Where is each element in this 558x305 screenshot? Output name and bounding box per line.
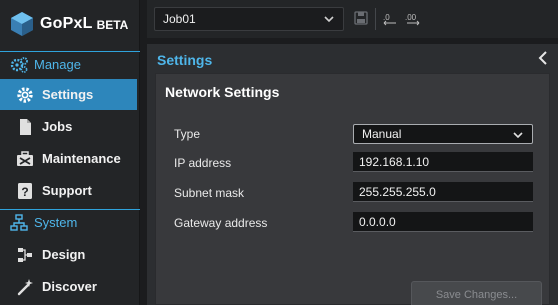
ip-address-field[interactable]: 192.168.1.10 (353, 152, 533, 172)
section-system: System (0, 209, 140, 235)
toolbox-icon (17, 150, 33, 166)
gear-icon (17, 86, 33, 103)
gears-icon (10, 56, 28, 73)
sidebar-item-label: Maintenance (42, 151, 121, 166)
document-icon (20, 118, 31, 135)
job-select-value: Job01 (163, 12, 196, 26)
sidebar-item-label: Settings (42, 87, 94, 102)
sidebar-item-settings[interactable]: Settings (0, 79, 137, 110)
question-icon: ? (18, 182, 32, 199)
chevron-down-icon (513, 132, 523, 139)
gateway-address-field[interactable]: 0.0.0.0 (353, 212, 533, 232)
section-manage-label: Manage (34, 57, 81, 72)
ip-address-label: IP address (174, 156, 232, 170)
network-icon (10, 213, 28, 231)
svg-text:?: ? (21, 185, 28, 199)
settings-panel: Settings Network Settings Type Manual IP… (147, 44, 558, 305)
type-label: Type (174, 127, 201, 141)
sidebar: GoPxL BETA Manage Settings Jobs Maintena… (0, 0, 140, 305)
svg-text:.00: .00 (405, 13, 417, 22)
brand: GoPxL BETA (0, 0, 140, 48)
chevron-down-icon (324, 16, 334, 23)
sidebar-item-jobs[interactable]: Jobs (0, 111, 137, 142)
toolbar-divider (375, 8, 376, 30)
svg-text:.0: .0 (383, 13, 390, 22)
gopxl-logo-icon (11, 12, 33, 36)
subnet-mask-label: Subnet mask (174, 186, 245, 200)
section-system-label: System (34, 215, 78, 230)
decrease-decimal-icon[interactable]: .0 (382, 10, 398, 26)
save-changes-button[interactable]: Save Changes... (411, 281, 542, 305)
sidebar-item-maintenance[interactable]: Maintenance (0, 143, 137, 174)
network-settings-title: Network Settings (165, 84, 280, 100)
sidebar-item-label: Design (42, 247, 86, 262)
sidebar-item-support[interactable]: ? Support (0, 175, 137, 206)
save-disk-icon[interactable] (353, 10, 369, 26)
type-select-value: Manual (362, 127, 402, 141)
flow-icon (18, 247, 32, 262)
sidebar-item-design[interactable]: Design (0, 239, 137, 270)
increase-decimal-icon[interactable]: .00 (405, 10, 421, 26)
subnet-mask-field[interactable]: 255.255.255.0 (353, 182, 533, 202)
sidebar-item-discover[interactable]: Discover (0, 271, 137, 302)
network-settings-card: Network Settings Type Manual IP address … (155, 73, 550, 305)
job-select[interactable]: Job01 (154, 7, 344, 31)
sidebar-item-label: Support (42, 183, 92, 198)
collapse-chevron-left-icon[interactable] (536, 50, 552, 66)
page-title: Settings (157, 52, 213, 68)
gateway-address-label: Gateway address (174, 216, 268, 230)
wand-icon (17, 278, 33, 295)
toolbar: Job01 .0 .00 (147, 0, 558, 38)
brand-name: GoPxL (40, 15, 93, 32)
brand-badge: BETA (96, 18, 129, 32)
section-manage: Manage (0, 51, 140, 77)
sidebar-item-label: Jobs (42, 119, 73, 134)
type-select[interactable]: Manual (353, 124, 533, 144)
sidebar-item-label: Discover (42, 279, 97, 294)
